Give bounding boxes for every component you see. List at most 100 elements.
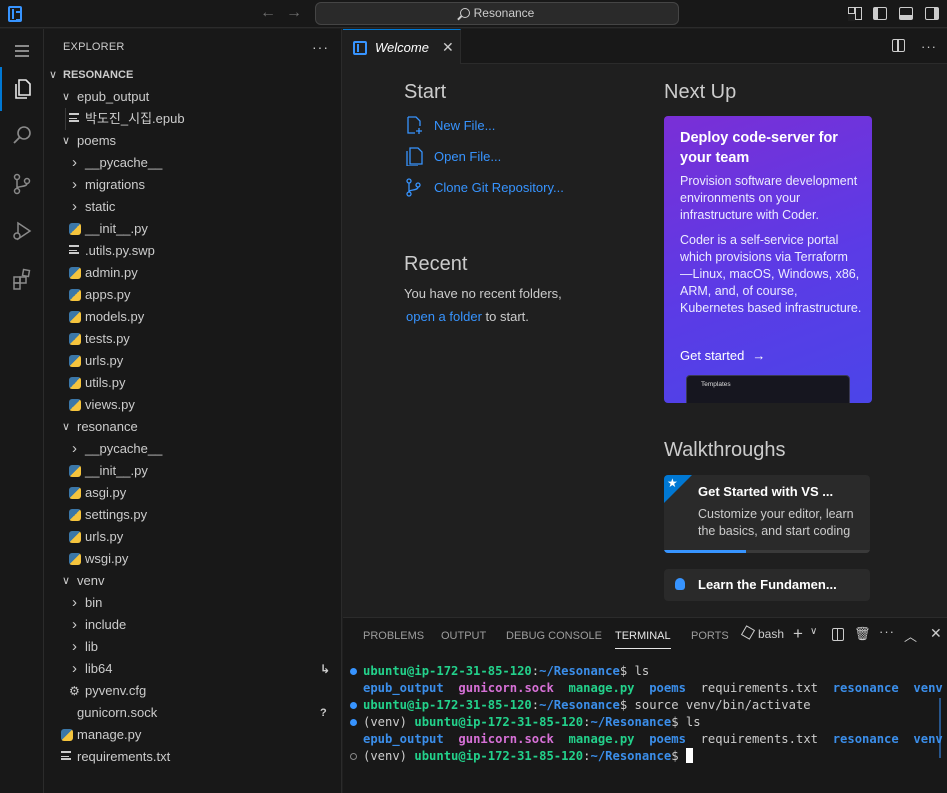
terminal-shell-selector[interactable]: bash [740,625,784,641]
tab-terminal[interactable]: TERMINAL [615,630,671,649]
tree-folder[interactable]: ∨ resonance [44,416,342,438]
source-control-icon[interactable] [0,162,44,206]
tree-folder[interactable]: › lib64 ↳ [44,658,342,680]
tree-file[interactable]: utils.py [44,372,342,394]
tree-folder[interactable]: › migrations [44,174,342,196]
terminal-output[interactable]: ubuntu@ip-172-31-85-120:~/Resonance$ ls … [343,663,943,765]
open-file-label: Open File... [434,149,502,164]
close-panel-icon[interactable]: ✕ [930,625,942,642]
promo-description-2: Coder is a self-service portal which pro… [680,233,862,315]
tree-folder[interactable]: › bin [44,592,342,614]
ls-item: poems [649,732,686,746]
tree-file[interactable]: .utils.py.swp [44,240,342,262]
customize-layout-icon[interactable] [848,7,862,20]
chevron-down-icon[interactable]: ∨ [810,626,817,637]
python-file-icon [69,487,81,499]
command-pending-dot [350,753,357,760]
vscode-logo-icon [8,6,22,22]
tree-file[interactable]: 박도진_시집.epub [44,108,342,130]
tree-file[interactable]: apps.py [44,284,342,306]
walkthrough-get-started-card[interactable]: ★ Get Started with VS ... Customize your… [664,475,870,553]
tree-file[interactable]: views.py [44,394,342,416]
tree-item-label: migrations [85,177,145,192]
split-editor-icon[interactable] [892,39,905,52]
tree-file[interactable]: __init__.py [44,460,342,482]
tree-file[interactable]: __init__.py [44,218,342,240]
toggle-panel-icon[interactable] [899,7,913,20]
ls-item: manage.py [568,681,635,695]
terminal-cursor [685,748,693,763]
indent-guide [65,108,66,130]
tree-folder[interactable]: › lib [44,636,342,658]
tree-item-label: static [85,199,116,214]
prompt-user-host: ubuntu@ip-172-31-85-120 [414,715,584,729]
tree-file[interactable]: admin.py [44,262,342,284]
tree-file[interactable]: manage.py [44,724,342,746]
toggle-secondary-sidebar-icon[interactable] [925,7,939,20]
venv-prefix: (venv) [363,715,415,729]
tree-file[interactable]: wsgi.py [44,548,342,570]
text-file-icon [61,751,73,763]
terminal-scrollbar[interactable] [939,698,941,758]
tree-file[interactable]: models.py [44,306,342,328]
open-file-icon [406,147,423,166]
tab-problems[interactable]: PROBLEMS [363,630,424,642]
python-file-icon [61,729,73,741]
recent-empty-text: You have no recent folders, [404,286,562,301]
tree-file[interactable]: requirements.txt [44,746,342,768]
walkthrough-fundamentals-card[interactable]: Learn the Fundamen... [664,569,870,601]
open-folder-link[interactable]: open a folder [404,309,482,324]
prompt-cwd: ~/Resonance [539,698,620,712]
tree-file[interactable]: tests.py [44,328,342,350]
gear-icon: ⚙ [69,684,80,698]
explorer-icon[interactable] [0,67,44,111]
terminal-line: (venv) ubuntu@ip-172-31-85-120:~/Resonan… [343,714,933,731]
tab-output[interactable]: OUTPUT [441,630,486,642]
trash-icon[interactable]: 🗑 [854,626,871,642]
walkthrough-progress-fill [664,550,747,553]
tree-file[interactable]: asgi.py [44,482,342,504]
close-icon[interactable]: ✕ [442,39,454,56]
more-editor-actions-icon[interactable]: ··· [921,39,937,54]
tree-folder[interactable]: ∨ epub_output [44,86,342,108]
command-center-search[interactable]: Resonance [315,2,679,25]
more-panel-actions-icon[interactable]: ··· [879,624,895,639]
tree-folder[interactable]: ∨ venv [44,570,342,592]
tree-item-label: include [85,617,127,632]
workspace-root-folder[interactable]: ∨ RESONANCE [44,64,342,86]
toggle-primary-sidebar-icon[interactable] [873,7,887,20]
tree-file[interactable]: urls.py [44,350,342,372]
extensions-icon[interactable] [0,257,44,301]
templates-preview-label: Templates [701,381,731,388]
tree-file[interactable]: urls.py [44,526,342,548]
tree-file[interactable]: ⚙ pyvenv.cfg [44,680,342,702]
forward-arrow-icon[interactable]: → [286,4,302,22]
more-actions-icon[interactable]: ··· [312,29,329,65]
tree-file[interactable]: gunicorn.sock? [44,702,342,724]
search-view-icon[interactable] [0,113,44,157]
split-terminal-icon[interactable] [832,628,844,644]
tree-folder[interactable]: › include [44,614,342,636]
new-terminal-icon[interactable]: + [793,624,803,644]
tree-item-label: resonance [77,419,138,434]
tab-debug-console[interactable]: DEBUG CONSOLE [506,630,602,642]
ls-item: gunicorn.sock [458,681,554,695]
tab-ports[interactable]: PORTS [691,630,729,642]
run-debug-icon[interactable] [0,209,44,253]
tree-folder[interactable]: › __pycache__ [44,152,342,174]
tree-folder[interactable]: › static [44,196,342,218]
maximize-panel-icon[interactable]: ︿ [904,626,917,645]
chevron-down-icon: ∨ [62,421,71,433]
tree-folder[interactable]: › __pycache__ [44,438,342,460]
tree-file[interactable]: settings.py [44,504,342,526]
back-arrow-icon[interactable]: ← [260,4,276,22]
star-icon: ★ [667,476,678,490]
code-server-promo-card[interactable]: Deploy code-server for your team Provisi… [664,116,872,403]
command-center-label: Resonance [473,6,535,20]
command-text: source venv/bin/activate [634,698,811,712]
tree-folder[interactable]: ∨ poems [44,130,342,152]
terminal-line: epub_output gunicorn.sock manage.py poem… [343,731,943,748]
recent-open-folder-line: open a folder to start. [404,309,529,324]
tab-welcome[interactable]: Welcome ✕ [343,29,461,64]
get-started-link[interactable]: Get started → [680,348,765,363]
